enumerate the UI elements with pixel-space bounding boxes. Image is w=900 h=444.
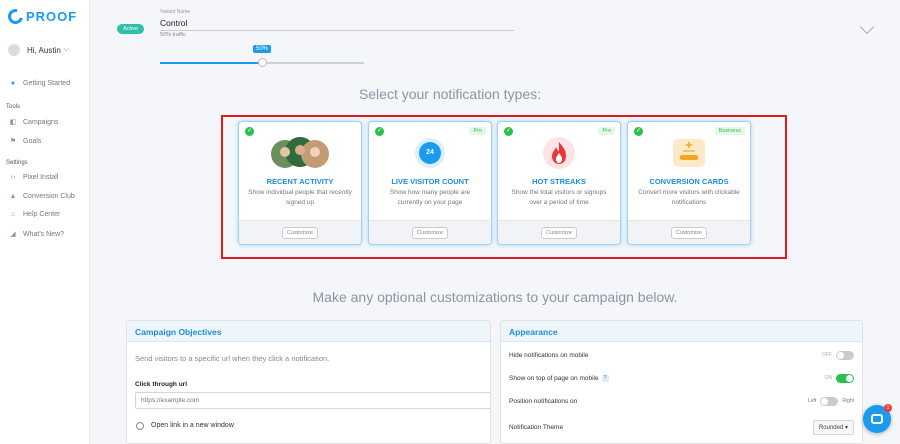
chat-button[interactable]: 1 [863, 404, 892, 433]
appearance-panel: Appearance Hide notifications on mobile … [500, 320, 863, 444]
variant-name-label: Variant Name [160, 9, 191, 15]
avatar [8, 44, 20, 56]
help-center-icon: ⌂ [10, 211, 16, 218]
card-footer: Customize [498, 220, 620, 244]
sidebar-item-goals[interactable]: ⚑ Goals [8, 137, 88, 146]
sidebar: PROOF Hi, Austin ⌵ ● Getting Started Too… [0, 0, 90, 444]
objectives-description: Send visitors to a specific url when the… [135, 354, 330, 363]
notification-types-title: Select your notification types: [358, 86, 542, 102]
top-mobile-row: Show on top of page on mobile ? ON [509, 371, 854, 385]
status-badge: Active [117, 24, 144, 34]
card-live-visitor-count[interactable]: ✓ Pro 24 LIVE VISITOR COUNT Show how man… [368, 121, 492, 245]
tier-badge: Pro [598, 127, 615, 135]
tools-header: Tools [6, 104, 21, 110]
theme-label: Notification Theme [509, 423, 564, 431]
settings-header: Settings [6, 160, 28, 166]
sidebar-item-label: Goals [23, 137, 42, 145]
card-footer: Customize [628, 220, 750, 244]
position-label: Position notifications on [509, 397, 578, 405]
sidebar-item-campaigns[interactable]: ◧ Campaigns [8, 118, 88, 127]
hide-mobile-toggle[interactable] [836, 350, 854, 360]
card-title: RECENT ACTIVITY [266, 177, 334, 186]
sidebar-item-help-center[interactable]: ⌂ Help Center [8, 211, 88, 218]
card-description: Show how many people are currently on yo… [389, 189, 471, 206]
goals-icon: ⚑ [9, 138, 17, 145]
position-toggle[interactable] [820, 396, 839, 406]
sidebar-item-whats-new[interactable]: ◢ What's New? [8, 230, 88, 239]
graduation-cap-icon: ▲ [9, 193, 17, 200]
card-description: Convert more visitors with clickable not… [638, 189, 740, 206]
sidebar-item-label: Campaigns [23, 118, 59, 126]
traffic-label: 50% traffic [160, 32, 186, 38]
campaigns-icon: ◧ [9, 119, 17, 126]
slider-fill [160, 62, 262, 64]
card-description: Show individual people that recently sig… [248, 189, 352, 206]
campaign-objectives-panel: Campaign Objectives Send visitors to a s… [126, 320, 491, 444]
top-mobile-label: Show on top of page on mobile [509, 374, 599, 382]
hide-mobile-row: Hide notifications on mobile OFF [509, 348, 854, 362]
sidebar-item-label: Conversion Club [23, 193, 75, 200]
toggle-state-label: ON [824, 375, 833, 381]
slider-tooltip: 50% [253, 45, 272, 53]
customize-button[interactable]: Customize [412, 226, 448, 239]
theme-select-value: Rounded [818, 424, 844, 431]
position-right-label: Right [842, 398, 854, 404]
customize-button[interactable]: Customize [282, 226, 318, 239]
theme-row: Notification Theme Rounded ▾ [509, 419, 854, 435]
click-through-label: Click through url [135, 381, 187, 388]
sidebar-item-label: Pixel Install [23, 174, 59, 181]
variant-name-field[interactable]: Control [160, 18, 514, 31]
panel-title: Appearance [501, 321, 862, 342]
help-icon[interactable]: ? [601, 374, 609, 382]
visitor-count-icon: 24 [369, 135, 491, 171]
user-menu[interactable]: Hi, Austin ⌵ [8, 44, 69, 56]
user-greeting: Hi, Austin [27, 45, 61, 55]
panel-title: Campaign Objectives [127, 321, 490, 342]
unread-badge: 1 [884, 404, 892, 412]
visitor-count-value: 24 [419, 142, 441, 164]
card-footer: Customize [369, 220, 491, 244]
slider-handle[interactable] [257, 58, 267, 67]
tier-badge: Business [714, 127, 745, 135]
code-icon: ‹› [10, 174, 16, 181]
customizations-title: Make any optional customizations to your… [312, 289, 678, 305]
card-title: HOT STREAKS [532, 177, 586, 186]
card-hot-streaks[interactable]: ✓ Pro HOT STREAKS Show the total visitor… [497, 121, 621, 245]
card-description: Show the total visitors or signups over … [511, 189, 607, 206]
chat-icon [871, 414, 883, 424]
top-mobile-toggle[interactable] [836, 373, 854, 383]
card-title: LIVE VISITOR COUNT [391, 177, 469, 186]
sidebar-item-label: Help Center [23, 211, 61, 218]
card-recent-activity[interactable]: ✓ RECENT ACTIVITY Show individual people… [238, 121, 362, 245]
card-conversion-cards[interactable]: ✓ Business CONVERSION CARDS Convert more… [627, 121, 751, 245]
position-row: Position notifications on Left Right [509, 394, 854, 408]
flame-icon [498, 135, 620, 171]
megaphone-icon: ◢ [10, 231, 16, 238]
chevron-down-icon[interactable] [859, 19, 875, 35]
customize-button[interactable]: Customize [671, 226, 707, 239]
tier-badge: Pro [469, 127, 486, 135]
toggle-state-label: OFF [822, 352, 832, 358]
card-title: CONVERSION CARDS [649, 177, 729, 186]
position-left-label: Left [807, 398, 817, 404]
card-footer: Customize [239, 220, 361, 244]
logo[interactable]: PROOF [5, 6, 78, 27]
card-icon [628, 135, 750, 171]
chevron-down-icon: ⌵ [63, 46, 70, 53]
new-window-label: Open link in a new window [151, 422, 234, 429]
new-window-radio[interactable] [136, 422, 144, 430]
sidebar-item-label: What's New? [23, 230, 65, 238]
proof-logo-icon [5, 6, 26, 27]
sidebar-item-conversion-club[interactable]: ▲ Conversion Club [8, 193, 88, 200]
brand-name: PROOF [26, 9, 78, 24]
theme-select[interactable]: Rounded ▾ [812, 419, 854, 435]
hide-mobile-label: Hide notifications on mobile [509, 351, 589, 359]
sidebar-item-pixel-install[interactable]: ‹› Pixel Install [8, 174, 88, 181]
people-photos-icon [239, 135, 361, 171]
click-through-url-input[interactable] [135, 392, 490, 409]
customize-button[interactable]: Customize [541, 226, 577, 239]
